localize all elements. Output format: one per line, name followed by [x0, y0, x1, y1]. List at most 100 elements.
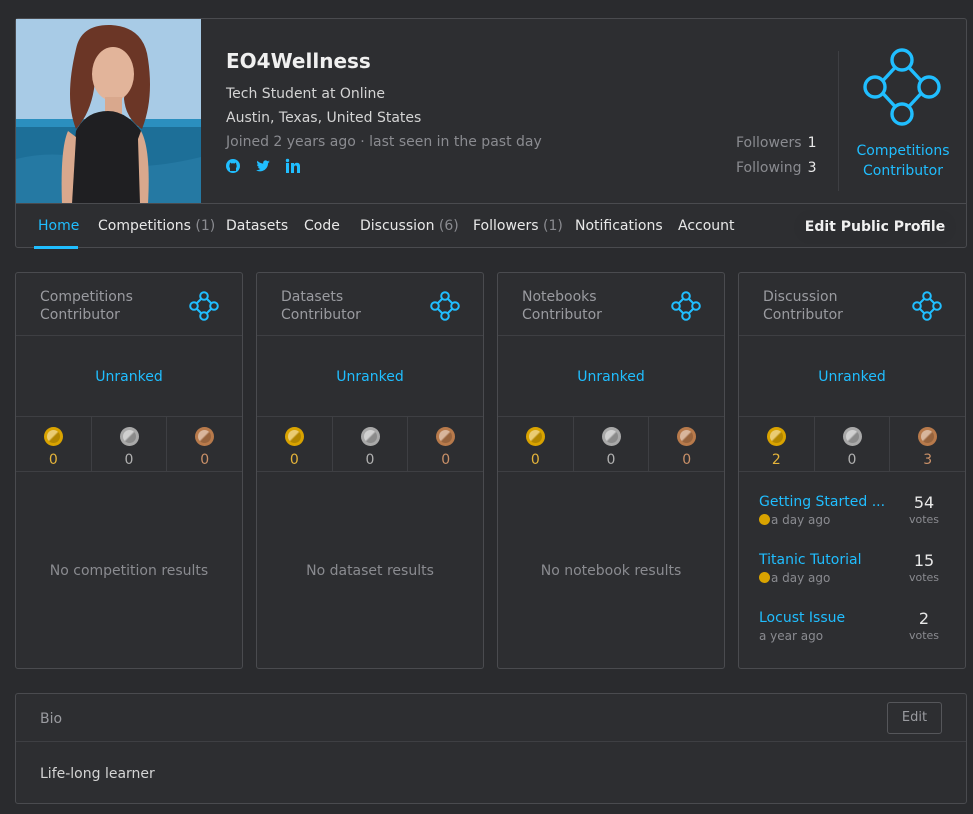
social-links	[224, 158, 302, 176]
edit-public-profile-button[interactable]: Edit Public Profile	[794, 210, 956, 244]
following-stat[interactable]: Following 3	[736, 160, 817, 176]
linkedin-icon[interactable]	[284, 158, 302, 176]
medal-row: 2 0 3	[739, 417, 965, 472]
edit-bio-button[interactable]: Edit	[887, 702, 942, 734]
followers-stat[interactable]: Followers 1	[736, 135, 817, 151]
follow-counts: Followers 1 Following 3	[736, 135, 817, 185]
post-meta: a day ago	[759, 513, 830, 527]
silver-medal-icon	[119, 427, 139, 446]
bio-title: Bio	[40, 711, 63, 727]
silver-medals: 0	[574, 417, 650, 472]
gold-medal-icon	[525, 427, 545, 446]
bronze-medal-icon	[436, 427, 456, 446]
bronze-medals: 0	[167, 417, 242, 472]
github-icon[interactable]	[224, 158, 242, 176]
divider	[739, 471, 965, 472]
divider	[498, 335, 724, 336]
tier-card-competitions: Competitions Contributor Unranked 0 0 0 …	[15, 272, 243, 669]
post-meta: a day ago	[759, 571, 830, 585]
tier-rank: Unranked	[818, 369, 886, 385]
discussion-post-item: Getting Started ... a day ago 54 votes	[759, 493, 949, 534]
tier-card-title: Discussion Contributor	[763, 289, 843, 323]
tier-card-title: Competitions Contributor	[40, 289, 133, 323]
gold-medal-icon	[759, 514, 770, 525]
discussion-post-link[interactable]: Locust Issue	[759, 610, 887, 626]
twitter-icon[interactable]	[254, 158, 272, 176]
tier-card-title: Notebooks Contributor	[522, 289, 602, 323]
profile-joined: Joined 2 years ago · last seen in the pa…	[226, 134, 542, 150]
tab-competitions[interactable]: Competitions (1)	[98, 218, 215, 234]
tier-rank: Unranked	[577, 369, 645, 385]
divider	[498, 471, 724, 472]
tab-account[interactable]: Account	[678, 218, 735, 234]
gold-medal-icon	[759, 572, 770, 583]
vote-count: 54	[913, 493, 935, 512]
divider	[739, 335, 965, 336]
contributor-tier-icon	[912, 291, 942, 325]
tab-home[interactable]: Home	[38, 218, 79, 234]
tier-card-notebooks: Notebooks Contributor Unranked 0 0 0 No …	[497, 272, 725, 669]
bio-text: Life-long learner	[40, 766, 155, 782]
silver-medal-icon	[360, 427, 380, 446]
tab-followers[interactable]: Followers (1)	[473, 218, 563, 234]
divider	[16, 741, 966, 742]
vote-count: 2	[918, 609, 930, 628]
bronze-medals: 0	[649, 417, 724, 472]
discussion-post-link[interactable]: Getting Started ...	[759, 494, 887, 510]
tier-card-datasets: Datasets Contributor Unranked 0 0 0 No d…	[256, 272, 484, 669]
divider	[257, 471, 483, 472]
tab-code[interactable]: Code	[304, 218, 340, 234]
gold-medals: 2	[739, 417, 815, 472]
contributor-tier-icon	[430, 291, 460, 325]
divider	[838, 51, 839, 191]
tier-rank: Unranked	[336, 369, 404, 385]
tier-card-discussion: Discussion Contributor Unranked 2 0 3 Ge…	[738, 272, 966, 669]
profile-nav: Home Competitions (1) Datasets Code Disc…	[16, 203, 966, 249]
medal-row: 0 0 0	[16, 417, 242, 472]
vote-count: 15	[913, 551, 935, 570]
empty-results: No competition results	[49, 563, 209, 579]
profile-occupation: Tech Student at Online	[226, 86, 386, 102]
empty-results: No dataset results	[306, 563, 434, 579]
gold-medal-icon	[43, 427, 63, 446]
contributor-tier-icon	[671, 291, 701, 325]
bronze-medals: 0	[408, 417, 483, 472]
profile-header: EO4Wellness Tech Student at Online Austi…	[15, 18, 967, 249]
bio-card: Bio Edit Life-long learner	[15, 693, 967, 804]
bronze-medals: 3	[890, 417, 965, 472]
votes-label: votes	[908, 513, 940, 526]
avatar-image	[16, 19, 201, 204]
gold-medals: 0	[498, 417, 574, 472]
bronze-medal-icon	[677, 427, 697, 446]
silver-medals: 0	[333, 417, 409, 472]
profile-location: Austin, Texas, United States	[226, 110, 422, 126]
gold-medals: 0	[257, 417, 333, 472]
gold-medals: 0	[16, 417, 92, 472]
contributor-tier-icon	[861, 47, 943, 133]
gold-medal-icon	[766, 427, 786, 446]
active-tab-indicator	[34, 246, 78, 249]
tab-notifications[interactable]: Notifications	[575, 218, 663, 234]
tab-discussion[interactable]: Discussion (6)	[360, 218, 459, 234]
medal-row: 0 0 0	[257, 417, 483, 472]
divider	[16, 335, 242, 336]
discussion-post-item: Locust Issue a year ago 2 votes	[759, 609, 949, 650]
contributor-tier-icon	[189, 291, 219, 325]
silver-medals: 0	[815, 417, 891, 472]
discussion-post-link[interactable]: Titanic Tutorial	[759, 552, 887, 568]
discussion-post-item: Titanic Tutorial a day ago 15 votes	[759, 551, 949, 592]
bronze-medal-icon	[195, 427, 215, 446]
avatar	[16, 19, 201, 204]
gold-medal-icon	[284, 427, 304, 446]
votes-label: votes	[908, 571, 940, 584]
tier-card-title: Datasets Contributor	[281, 289, 361, 323]
tier-rank: Unranked	[95, 369, 163, 385]
silver-medal-icon	[601, 427, 621, 446]
silver-medal-icon	[842, 427, 862, 446]
tier-label: Competitions Contributor	[856, 143, 950, 179]
tab-datasets[interactable]: Datasets	[226, 218, 288, 234]
post-meta: a year ago	[759, 629, 824, 643]
medal-row: 0 0 0	[498, 417, 724, 472]
votes-label: votes	[908, 629, 940, 642]
divider	[257, 335, 483, 336]
